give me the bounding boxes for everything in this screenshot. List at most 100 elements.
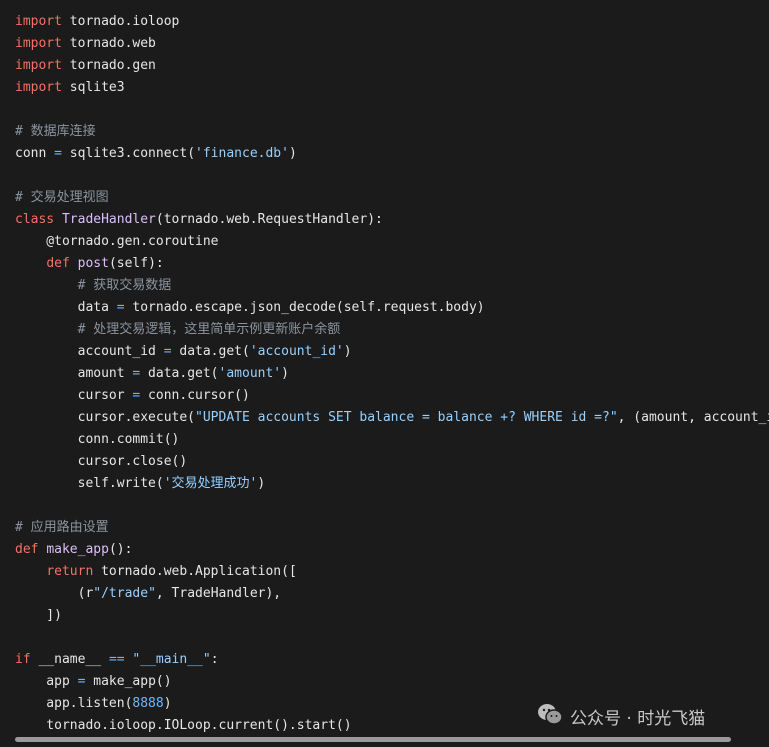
keyword-token: import	[15, 14, 62, 29]
code-line: # 处理交易逻辑，这里简单示例更新账户余额	[15, 319, 769, 341]
comment-token: # 数据库连接	[15, 124, 96, 139]
number-token: 8888	[132, 696, 164, 711]
function-name-token: make_app	[46, 542, 109, 557]
code-text-token: (self):	[108, 256, 164, 271]
code-text-token: ])	[15, 608, 62, 623]
comment-token: # 处理交易逻辑，这里简单示例更新账户余额	[77, 322, 341, 337]
string-token: 'account_id'	[249, 344, 344, 359]
code-text-token: self.write(	[15, 476, 164, 491]
code-line: # 交易处理视图	[15, 187, 769, 209]
code-line: # 应用路由设置	[15, 517, 769, 539]
code-text-token: conn.cursor()	[140, 388, 250, 403]
operator-token: =	[116, 300, 125, 315]
code-text-token: __name__	[30, 652, 109, 667]
code-line: return tornado.web.Application([	[15, 561, 769, 583]
code-text-token: )	[163, 696, 172, 711]
code-text-token: )	[281, 366, 289, 381]
code-text-token: conn.commit()	[15, 432, 180, 447]
code-text-token: cursor.close()	[15, 454, 188, 469]
string-token: "UPDATE accounts SET balance = balance +…	[195, 410, 618, 425]
code-line: cursor.close()	[15, 451, 769, 473]
watermark: 公众号 · 时光飞猫	[536, 703, 705, 729]
code-block: import tornado.ioloop import tornado.web i…	[15, 11, 769, 737]
code-text-token: cursor	[15, 388, 133, 403]
function-name-token: TradeHandler	[61, 212, 156, 227]
code-line: cursor.execute("UPDATE accounts SET bala…	[15, 407, 769, 429]
code-text-token: make_app()	[85, 674, 172, 689]
code-text-token: , TradeHandler),	[155, 586, 282, 601]
code-line: import tornado.ioloop	[15, 11, 769, 33]
code-text-token: (r	[15, 586, 94, 601]
code-text-token: amount	[15, 366, 133, 381]
code-text-token: tornado.escape.json_decode(self.request.…	[124, 300, 485, 315]
code-text-token: ():	[108, 542, 133, 557]
code-text-token: sqlite3.connect(	[61, 146, 196, 161]
keyword-token: return	[46, 564, 94, 579]
code-line: data = tornado.escape.json_decode(self.r…	[15, 297, 769, 319]
code-text-token: )	[343, 344, 352, 359]
code-text-token: )	[288, 146, 297, 161]
string-token: 'amount'	[218, 366, 282, 381]
watermark-text: 公众号 · 时光飞猫	[570, 708, 706, 729]
code-line: account_id = data.get('account_id')	[15, 341, 769, 363]
wechat-icon	[536, 702, 564, 731]
string-token: "__main__"	[132, 652, 211, 667]
code-text-token: conn	[15, 146, 55, 161]
code-text-token: )	[257, 476, 266, 491]
code-text-token: sqlite3	[61, 80, 125, 95]
string-token: '交易处理成功'	[163, 476, 258, 491]
code-text-token: :	[210, 652, 219, 667]
code-line: self.write('交易处理成功')	[15, 473, 769, 495]
string-token: 'finance.db'	[195, 146, 289, 161]
code-line: import tornado.web	[15, 33, 769, 55]
keyword-token: class	[15, 212, 55, 227]
keyword-token: import	[15, 80, 62, 95]
keyword-token: def	[15, 542, 39, 557]
comment-token: # 交易处理视图	[15, 190, 109, 205]
code-text-token: tornado.ioloop.IOLoop.current().start()	[15, 718, 352, 733]
operator-token: ==	[108, 652, 125, 667]
operator-token: =	[163, 344, 172, 359]
code-line: app = make_app()	[15, 671, 769, 693]
keyword-token: import	[15, 58, 62, 73]
code-line: def make_app():	[15, 539, 769, 561]
code-line: import tornado.gen	[15, 55, 769, 77]
code-text-token: account_id	[15, 344, 164, 359]
code-line: (r"/trade", TradeHandler),	[15, 583, 769, 605]
code-text-token: tornado.web	[61, 36, 156, 51]
code-line: def post(self):	[15, 253, 769, 275]
code-text-token: data.get(	[140, 366, 219, 381]
code-line: import sqlite3	[15, 77, 769, 99]
code-text-token: @tornado.gen.coroutine	[15, 234, 219, 249]
code-text-token: (tornado.web.RequestHandler):	[155, 212, 383, 227]
code-text-token: data	[15, 300, 117, 315]
keyword-token: import	[15, 36, 62, 51]
code-line: amount = data.get('amount')	[15, 363, 769, 385]
code-line: conn = sqlite3.connect('finance.db')	[15, 143, 769, 165]
keyword-token: def	[46, 256, 70, 271]
code-line: class TradeHandler(tornado.web.RequestHa…	[15, 209, 769, 231]
string-token: "/trade"	[93, 586, 156, 601]
code-text-token: , (amount, account_i	[617, 410, 769, 425]
code-line: @tornado.gen.coroutine	[15, 231, 769, 253]
horizontal-scrollbar[interactable]	[15, 737, 731, 742]
code-line: ])	[15, 605, 769, 627]
keyword-token: if	[15, 652, 31, 667]
code-line: # 数据库连接	[15, 121, 769, 143]
code-line: # 获取交易数据	[15, 275, 769, 297]
code-text-token: app.listen(	[15, 696, 133, 711]
function-name-token: post	[77, 256, 109, 271]
code-line: conn.commit()	[15, 429, 769, 451]
code-line: if __name__ == "__main__":	[15, 649, 769, 671]
code-text-token: data.get(	[171, 344, 250, 359]
code-text-token: tornado.gen	[61, 58, 156, 73]
code-line: cursor = conn.cursor()	[15, 385, 769, 407]
comment-token: # 应用路由设置	[15, 520, 109, 535]
